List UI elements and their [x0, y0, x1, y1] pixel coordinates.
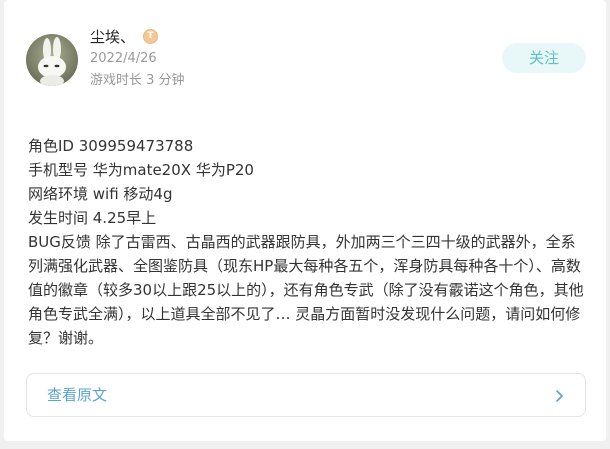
avatar[interactable] [26, 34, 78, 86]
network-line: 网络环境 wifi 移动4g [28, 185, 173, 203]
post-card: 尘埃、 T 2022/4/26 游戏时长 3 分钟 关注 角色ID 309959… [4, 0, 606, 441]
post-content: 角色ID 309959473788 手机型号 华为mate20X 华为P20 网… [28, 134, 588, 350]
role-id-line: 角色ID 309959473788 [28, 137, 194, 155]
phone-model-line: 手机型号 华为mate20X 华为P20 [28, 161, 254, 179]
username[interactable]: 尘埃、 [90, 27, 135, 47]
post-date: 2022/4/26 [90, 51, 157, 66]
playtime: 游戏时长 3 分钟 [90, 73, 185, 88]
view-original-label: 查看原文 [47, 386, 108, 404]
level-badge-icon: T [143, 29, 158, 44]
time-line: 发生时间 4.25早上 [28, 209, 157, 227]
bug-report-body: BUG反馈 除了古雷西、古晶西的武器跟防具，外加两三个三四十级的武器外，全系列满… [28, 233, 584, 347]
view-original-button[interactable]: 查看原文 [26, 373, 586, 417]
chevron-right-icon [553, 387, 567, 405]
follow-button[interactable]: 关注 [502, 43, 586, 73]
